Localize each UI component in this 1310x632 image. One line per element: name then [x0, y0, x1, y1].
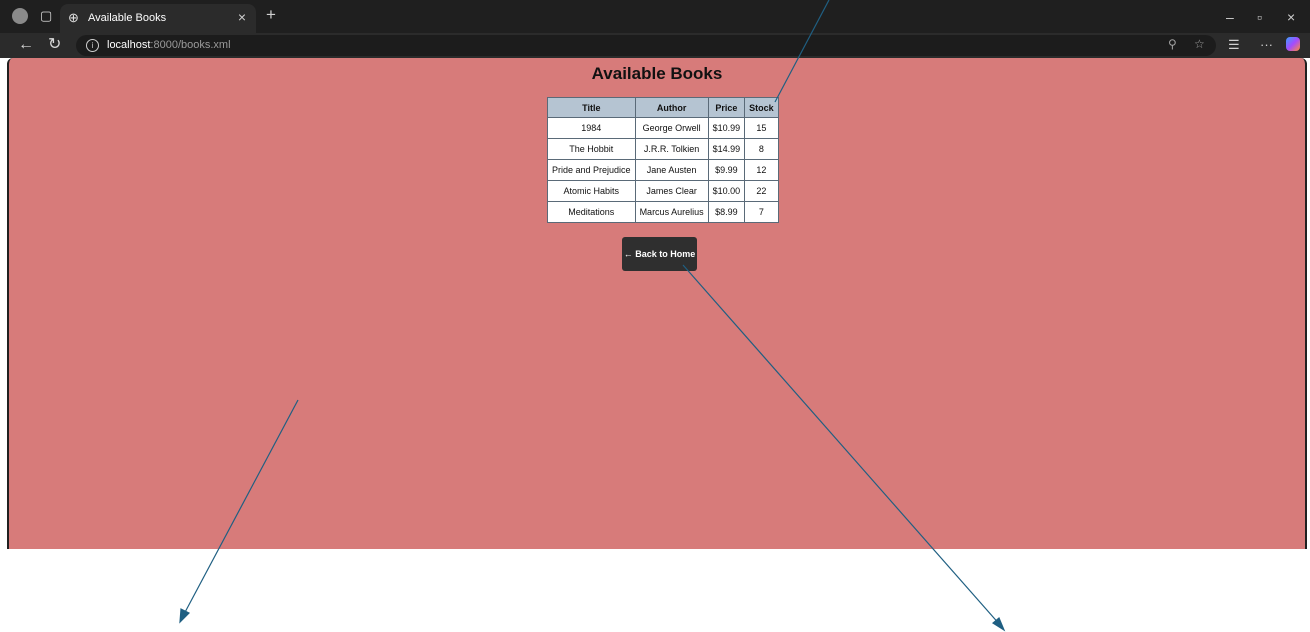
table-row: Atomic Habits James Clear $10.00 22 [547, 180, 779, 202]
cell-price: $9.99 [707, 159, 746, 181]
cell-author: George Orwell [634, 117, 709, 139]
favorites-icon[interactable]: ☰ [1228, 37, 1240, 53]
tab-actions-icon[interactable]: ▢ [40, 8, 52, 24]
cell-title: The Hobbit [547, 138, 636, 160]
cell-price: $14.99 [707, 138, 746, 160]
arrow-head-background [179, 608, 191, 624]
tab-active[interactable]: ⊕ Available Books × [60, 4, 256, 33]
copilot-icon[interactable] [1286, 37, 1300, 51]
header-title: Title [547, 97, 636, 118]
close-tab-icon[interactable]: × [238, 9, 246, 25]
table-row: Pride and Prejudice Jane Austen $9.99 12 [547, 159, 779, 181]
arrow-head-button [991, 617, 1006, 632]
back-arrow-icon[interactable]: ← [18, 36, 34, 54]
cell-stock: 15 [744, 117, 779, 139]
page-title: Available Books [591, 64, 723, 83]
cell-stock: 22 [744, 180, 779, 202]
cell-price: $10.99 [707, 117, 746, 139]
page-viewport: Available Books Title Author Price Stock… [7, 58, 1307, 549]
tab-bar: ▢ ⊕ Available Books × + – ▫ × [0, 0, 1310, 33]
cell-author: James Clear [634, 180, 709, 202]
cell-title: Pride and Prejudice [547, 159, 636, 181]
cell-author: J.R.R. Tolkien [634, 138, 709, 160]
books-table: Title Author Price Stock 1984 George Orw… [547, 97, 779, 223]
table-row: Meditations Marcus Aurelius $8.99 7 [547, 201, 779, 223]
info-icon[interactable]: i [86, 39, 99, 52]
restore-button[interactable]: ▫ [1257, 9, 1262, 25]
new-tab-button[interactable]: + [266, 6, 276, 24]
cell-price: $8.99 [707, 201, 746, 223]
cell-title: Meditations [547, 201, 636, 223]
url-text: localhost:8000/books.xml [107, 39, 231, 51]
table-row: 1984 George Orwell $10.99 15 [547, 117, 779, 139]
cell-stock: 7 [744, 201, 779, 223]
cell-price: $10.00 [707, 180, 746, 202]
favorite-star-icon[interactable]: ☆ [1194, 37, 1205, 51]
address-bar[interactable]: i localhost:8000/books.xml ⚲ ☆ [76, 35, 1216, 56]
zoom-icon[interactable]: ⚲ [1168, 37, 1177, 51]
cell-author: Marcus Aurelius [634, 201, 709, 223]
cell-stock: 12 [744, 159, 779, 181]
globe-icon: ⊕ [68, 10, 79, 25]
back-to-home-button[interactable]: ← Back to Home [622, 237, 697, 271]
table-header-row: Title Author Price Stock [547, 97, 779, 118]
browser-toolbar: ← ↻ i localhost:8000/books.xml ⚲ ☆ ☰ ··· [0, 33, 1310, 58]
close-window-button[interactable]: × [1287, 9, 1295, 25]
table-row: The Hobbit J.R.R. Tolkien $14.99 8 [547, 138, 779, 160]
profile-icon[interactable] [12, 8, 28, 24]
header-price: Price [707, 97, 746, 118]
more-icon[interactable]: ··· [1260, 37, 1273, 52]
cell-title: Atomic Habits [547, 180, 636, 202]
header-author: Author [634, 97, 709, 118]
reload-icon[interactable]: ↻ [48, 36, 61, 54]
minimize-button[interactable]: – [1226, 9, 1234, 25]
cell-stock: 8 [744, 138, 779, 160]
cell-title: 1984 [547, 117, 636, 139]
header-stock: Stock [744, 97, 779, 118]
cell-author: Jane Austen [634, 159, 709, 181]
tab-title: Available Books [88, 12, 167, 24]
